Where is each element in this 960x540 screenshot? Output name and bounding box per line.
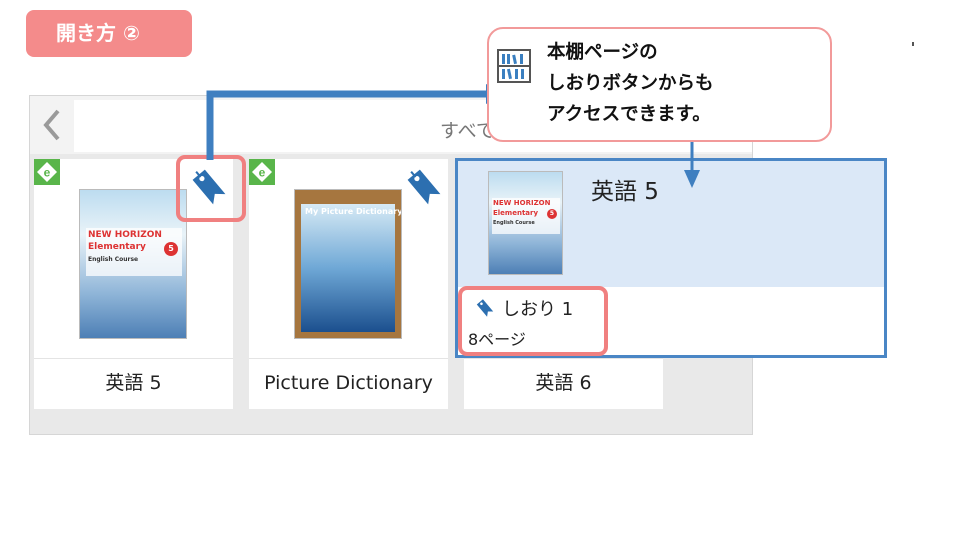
bookshelf-icon <box>497 49 531 83</box>
callout-line: 本棚ページの <box>547 42 658 63</box>
arrow-to-callout <box>206 90 488 160</box>
arrow-to-detail-head <box>684 170 700 188</box>
callout-line: アクセスできます。 <box>547 104 711 125</box>
callout-line: しおりボタンからも <box>547 73 714 94</box>
callout-text: 本棚ページの しおりボタンからも アクセスできます。 <box>547 37 714 130</box>
explanation-callout: 本棚ページの しおりボタンからも アクセスできます。 <box>487 27 832 142</box>
